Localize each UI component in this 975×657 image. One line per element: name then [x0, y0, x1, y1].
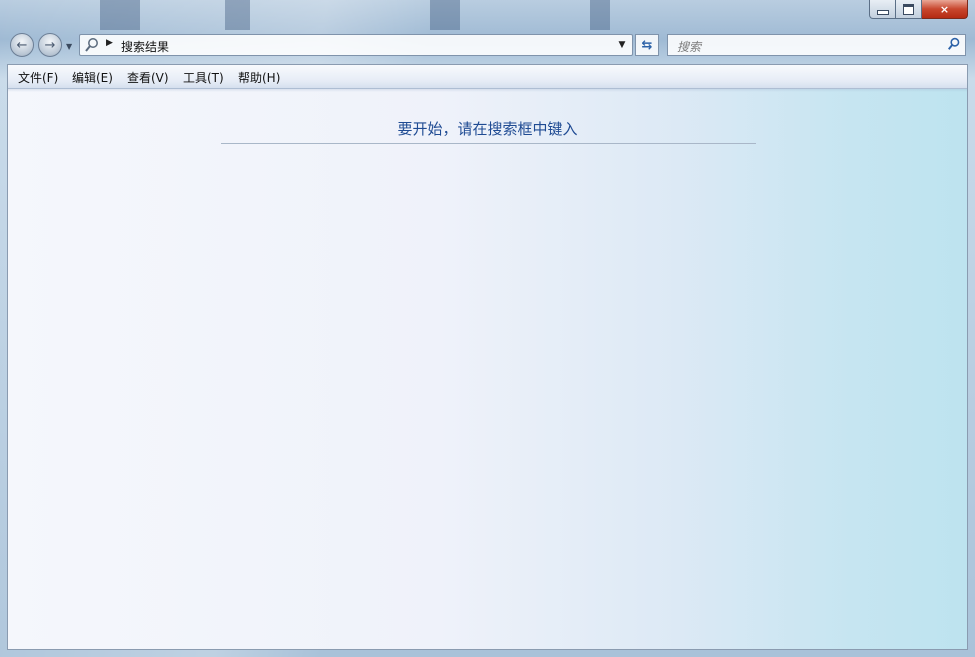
glass-decoration	[225, 0, 250, 30]
menu-help[interactable]: 帮助(H)	[238, 69, 280, 86]
back-arrow-icon: ←	[16, 37, 28, 53]
refresh-icon: ⇆	[641, 37, 653, 53]
menu-bar: 文件(F) 编辑(E) 查看(V) 工具(T) 帮助(H)	[8, 65, 967, 89]
search-box[interactable]: 搜索	[667, 34, 966, 56]
search-hint-text: 要开始，请在搜索框中键入	[397, 120, 578, 138]
chevron-down-icon: ▼	[618, 40, 626, 50]
close-icon: ×	[939, 2, 950, 16]
refresh-button[interactable]: ⇆	[635, 34, 659, 56]
hint-divider	[221, 143, 756, 144]
results-pane: 文件(F) 编辑(E) 查看(V) 工具(T) 帮助(H) 要开始，请在搜索框中…	[7, 64, 968, 650]
menu-edit[interactable]: 编辑(E)	[72, 69, 113, 86]
search-location-icon	[84, 37, 100, 53]
search-input[interactable]: 搜索	[677, 38, 701, 55]
back-button[interactable]: ←	[10, 33, 34, 57]
forward-arrow-icon: →	[44, 37, 56, 53]
menu-tools[interactable]: 工具(T)	[183, 69, 224, 86]
close-button[interactable]: ×	[922, 0, 968, 19]
address-history-dropdown[interactable]: ▼	[611, 35, 632, 55]
glass-decoration	[100, 0, 140, 30]
forward-button[interactable]: →	[38, 33, 62, 57]
recent-pages-dropdown[interactable]: ▼	[66, 42, 72, 51]
maximize-icon	[903, 3, 914, 15]
minimize-icon	[876, 9, 889, 15]
glass-decoration	[590, 0, 610, 30]
explorer-window: × ← → ▼ ▶ 搜索结果 ▼ ⇆ 搜索 文件(F) 编辑(E) 查看(V) …	[0, 0, 975, 657]
chevron-down-icon: ▼	[66, 42, 73, 51]
minimize-button[interactable]	[869, 0, 896, 19]
menu-shadow	[8, 88, 967, 92]
breadcrumb-arrow-icon[interactable]: ▶	[106, 38, 113, 48]
menu-view[interactable]: 查看(V)	[127, 69, 169, 86]
address-bar[interactable]: ▶ 搜索结果 ▼	[79, 34, 633, 56]
glass-decoration	[430, 0, 460, 30]
caption-buttons: ×	[869, 0, 968, 20]
menu-file[interactable]: 文件(F)	[18, 69, 58, 86]
maximize-button[interactable]	[896, 0, 922, 19]
breadcrumb-location[interactable]: 搜索结果	[121, 38, 169, 55]
search-icon[interactable]	[947, 37, 961, 55]
